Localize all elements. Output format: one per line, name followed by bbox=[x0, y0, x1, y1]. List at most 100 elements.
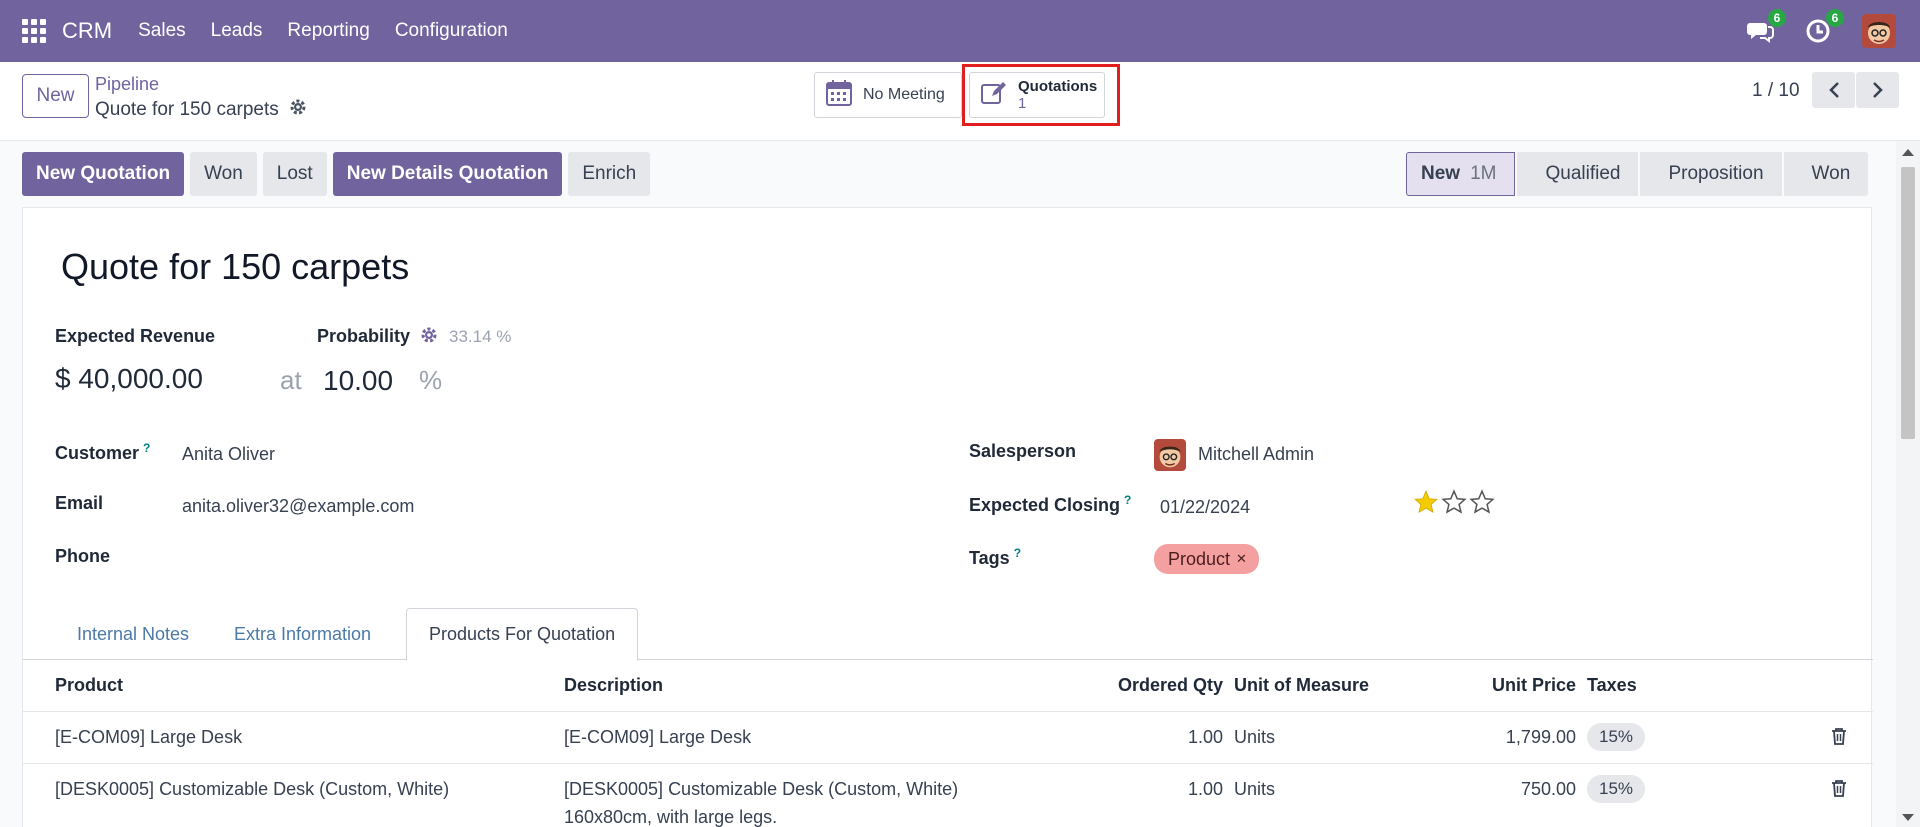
expected-closing-label-text: Expected Closing bbox=[969, 495, 1121, 515]
customer-label: Customer? bbox=[55, 441, 150, 464]
salesperson-field[interactable]: Mitchell Admin bbox=[1198, 444, 1314, 465]
probability-input[interactable]: 10.00 bbox=[323, 365, 393, 397]
email-field[interactable]: anita.oliver32@example.com bbox=[182, 496, 414, 517]
tags-help-icon[interactable]: ? bbox=[1014, 546, 1021, 560]
control-panel: New Pipeline Quote for 150 carpets No Me… bbox=[0, 62, 1920, 141]
quotations-button[interactable]: Quotations 1 bbox=[969, 72, 1105, 118]
stage-qualified[interactable]: Qualified bbox=[1517, 152, 1639, 196]
expected-closing-help-icon[interactable]: ? bbox=[1124, 493, 1131, 507]
expected-revenue-input[interactable]: $ 40,000.00 bbox=[55, 363, 203, 395]
star-empty-icon[interactable] bbox=[1440, 489, 1468, 515]
enrich-button[interactable]: Enrich bbox=[568, 152, 651, 196]
no-meeting-button[interactable]: No Meeting bbox=[814, 72, 962, 118]
app-name[interactable]: CRM bbox=[62, 18, 112, 44]
pager-value[interactable]: 1 / 10 bbox=[1752, 80, 1800, 102]
col-product[interactable]: Product bbox=[55, 675, 123, 696]
probability-gear-icon[interactable] bbox=[420, 326, 438, 349]
menu-reporting[interactable]: Reporting bbox=[287, 20, 369, 42]
tag-remove-icon[interactable]: ✕ bbox=[1236, 551, 1247, 567]
new-details-quotation-button[interactable]: New Details Quotation bbox=[332, 152, 563, 196]
customer-label-text: Customer bbox=[55, 443, 140, 463]
row-description[interactable]: [E-COM09] Large Desk bbox=[564, 727, 751, 748]
stage-statusbar: New 1M Qualified Proposition Won bbox=[1406, 152, 1870, 196]
tab-products-for-quotation[interactable]: Products For Quotation bbox=[406, 608, 639, 661]
header-actions: New Quotation Won Lost New Details Quota… bbox=[22, 152, 656, 196]
breadcrumb-pipeline[interactable]: Pipeline bbox=[95, 74, 159, 95]
tags-field[interactable]: Product ✕ bbox=[1154, 544, 1259, 574]
apps-menu-icon[interactable] bbox=[22, 19, 46, 43]
pager-previous-button[interactable] bbox=[1812, 72, 1855, 108]
page-scrollbar[interactable] bbox=[1896, 141, 1920, 827]
top-navbar: CRM Sales Leads Reporting Configuration … bbox=[0, 0, 1920, 62]
row-qty[interactable]: 1.00 bbox=[1023, 727, 1223, 748]
row-taxes[interactable]: 15% bbox=[1587, 723, 1646, 751]
user-avatar[interactable] bbox=[1862, 14, 1896, 48]
notebook-tabs: Internal Notes Extra Information Product… bbox=[23, 608, 1873, 661]
col-unit-of-measure[interactable]: Unit of Measure bbox=[1234, 675, 1369, 696]
row-product[interactable]: [DESK0005] Customizable Desk (Custom, Wh… bbox=[55, 779, 449, 800]
menu-configuration[interactable]: Configuration bbox=[395, 20, 508, 42]
calendar-icon bbox=[825, 79, 853, 112]
expected-revenue-label: Expected Revenue bbox=[55, 326, 216, 346]
col-ordered-qty[interactable]: Ordered Qty bbox=[1023, 675, 1223, 696]
stage-new-duration: 1M bbox=[1470, 163, 1497, 184]
email-label: Email bbox=[55, 493, 104, 513]
tag-product-label: Product bbox=[1168, 548, 1231, 569]
phone-label: Phone bbox=[55, 546, 111, 566]
stage-proposition[interactable]: Proposition bbox=[1640, 152, 1782, 196]
col-description[interactable]: Description bbox=[564, 675, 663, 696]
at-label: at bbox=[280, 365, 302, 395]
menu-sales[interactable]: Sales bbox=[138, 20, 186, 42]
opportunity-title[interactable]: Quote for 150 carpets bbox=[61, 246, 409, 288]
stage-qualified-label: Qualified bbox=[1545, 163, 1621, 184]
row-uom[interactable]: Units bbox=[1234, 779, 1275, 800]
scroll-down-arrow-icon[interactable] bbox=[1902, 814, 1914, 821]
row-description-line2[interactable]: 160x80cm, with large legs. bbox=[564, 807, 777, 827]
row-qty[interactable]: 1.00 bbox=[1023, 779, 1223, 800]
new-quotation-button[interactable]: New Quotation bbox=[22, 152, 185, 196]
breadcrumb-current-label: Quote for 150 carpets bbox=[95, 99, 279, 120]
col-unit-price[interactable]: Unit Price bbox=[1373, 675, 1576, 696]
quotations-label: Quotations bbox=[1018, 78, 1098, 95]
customer-field[interactable]: Anita Oliver bbox=[182, 444, 275, 465]
chevron-left-icon bbox=[1828, 82, 1839, 98]
row-uom[interactable]: Units bbox=[1234, 727, 1275, 748]
lost-button[interactable]: Lost bbox=[262, 152, 327, 196]
edit-icon bbox=[980, 80, 1008, 111]
row-price[interactable]: 1,799.00 bbox=[1373, 727, 1576, 748]
expected-closing-field[interactable]: 01/22/2024 bbox=[1160, 497, 1250, 518]
star-filled-icon[interactable] bbox=[1412, 489, 1440, 515]
activities-clock-icon[interactable]: 6 bbox=[1804, 9, 1844, 45]
row-product[interactable]: [E-COM09] Large Desk bbox=[55, 727, 242, 748]
tab-extra-information[interactable]: Extra Information bbox=[212, 608, 393, 660]
stage-won[interactable]: Won bbox=[1783, 152, 1869, 196]
stage-new[interactable]: New 1M bbox=[1406, 152, 1516, 196]
trash-icon[interactable] bbox=[1831, 779, 1847, 802]
scrollbar-thumb[interactable] bbox=[1901, 167, 1915, 439]
won-button[interactable]: Won bbox=[190, 152, 257, 196]
scroll-up-arrow-icon[interactable] bbox=[1902, 149, 1914, 156]
trash-icon[interactable] bbox=[1831, 727, 1847, 750]
new-record-button[interactable]: New bbox=[22, 74, 89, 118]
table-row[interactable]: [DESK0005] Customizable Desk (Custom, Wh… bbox=[23, 764, 1873, 827]
stage-new-label: New bbox=[1421, 163, 1461, 184]
menu-leads[interactable]: Leads bbox=[211, 20, 263, 42]
customer-help-icon[interactable]: ? bbox=[143, 441, 150, 455]
tab-internal-notes[interactable]: Internal Notes bbox=[55, 608, 211, 660]
row-description[interactable]: [DESK0005] Customizable Desk (Custom, Wh… bbox=[564, 779, 958, 800]
row-taxes[interactable]: 15% bbox=[1587, 775, 1646, 803]
priority-stars[interactable] bbox=[1412, 489, 1496, 515]
quotations-count: 1 bbox=[1018, 95, 1027, 112]
col-taxes[interactable]: Taxes bbox=[1587, 675, 1637, 696]
messages-icon[interactable]: 6 bbox=[1746, 9, 1786, 45]
chevron-right-icon bbox=[1872, 82, 1883, 98]
tax-badge: 15% bbox=[1587, 775, 1646, 803]
gear-icon[interactable] bbox=[289, 98, 307, 122]
pager-next-button[interactable] bbox=[1856, 72, 1899, 108]
table-row[interactable]: [E-COM09] Large Desk [E-COM09] Large Des… bbox=[23, 712, 1873, 764]
star-empty-icon[interactable] bbox=[1468, 489, 1496, 515]
salesperson-avatar bbox=[1154, 439, 1186, 471]
row-price[interactable]: 750.00 bbox=[1373, 779, 1576, 800]
expected-closing-label: Expected Closing? bbox=[969, 493, 1131, 516]
tags-label-text: Tags bbox=[969, 548, 1010, 568]
